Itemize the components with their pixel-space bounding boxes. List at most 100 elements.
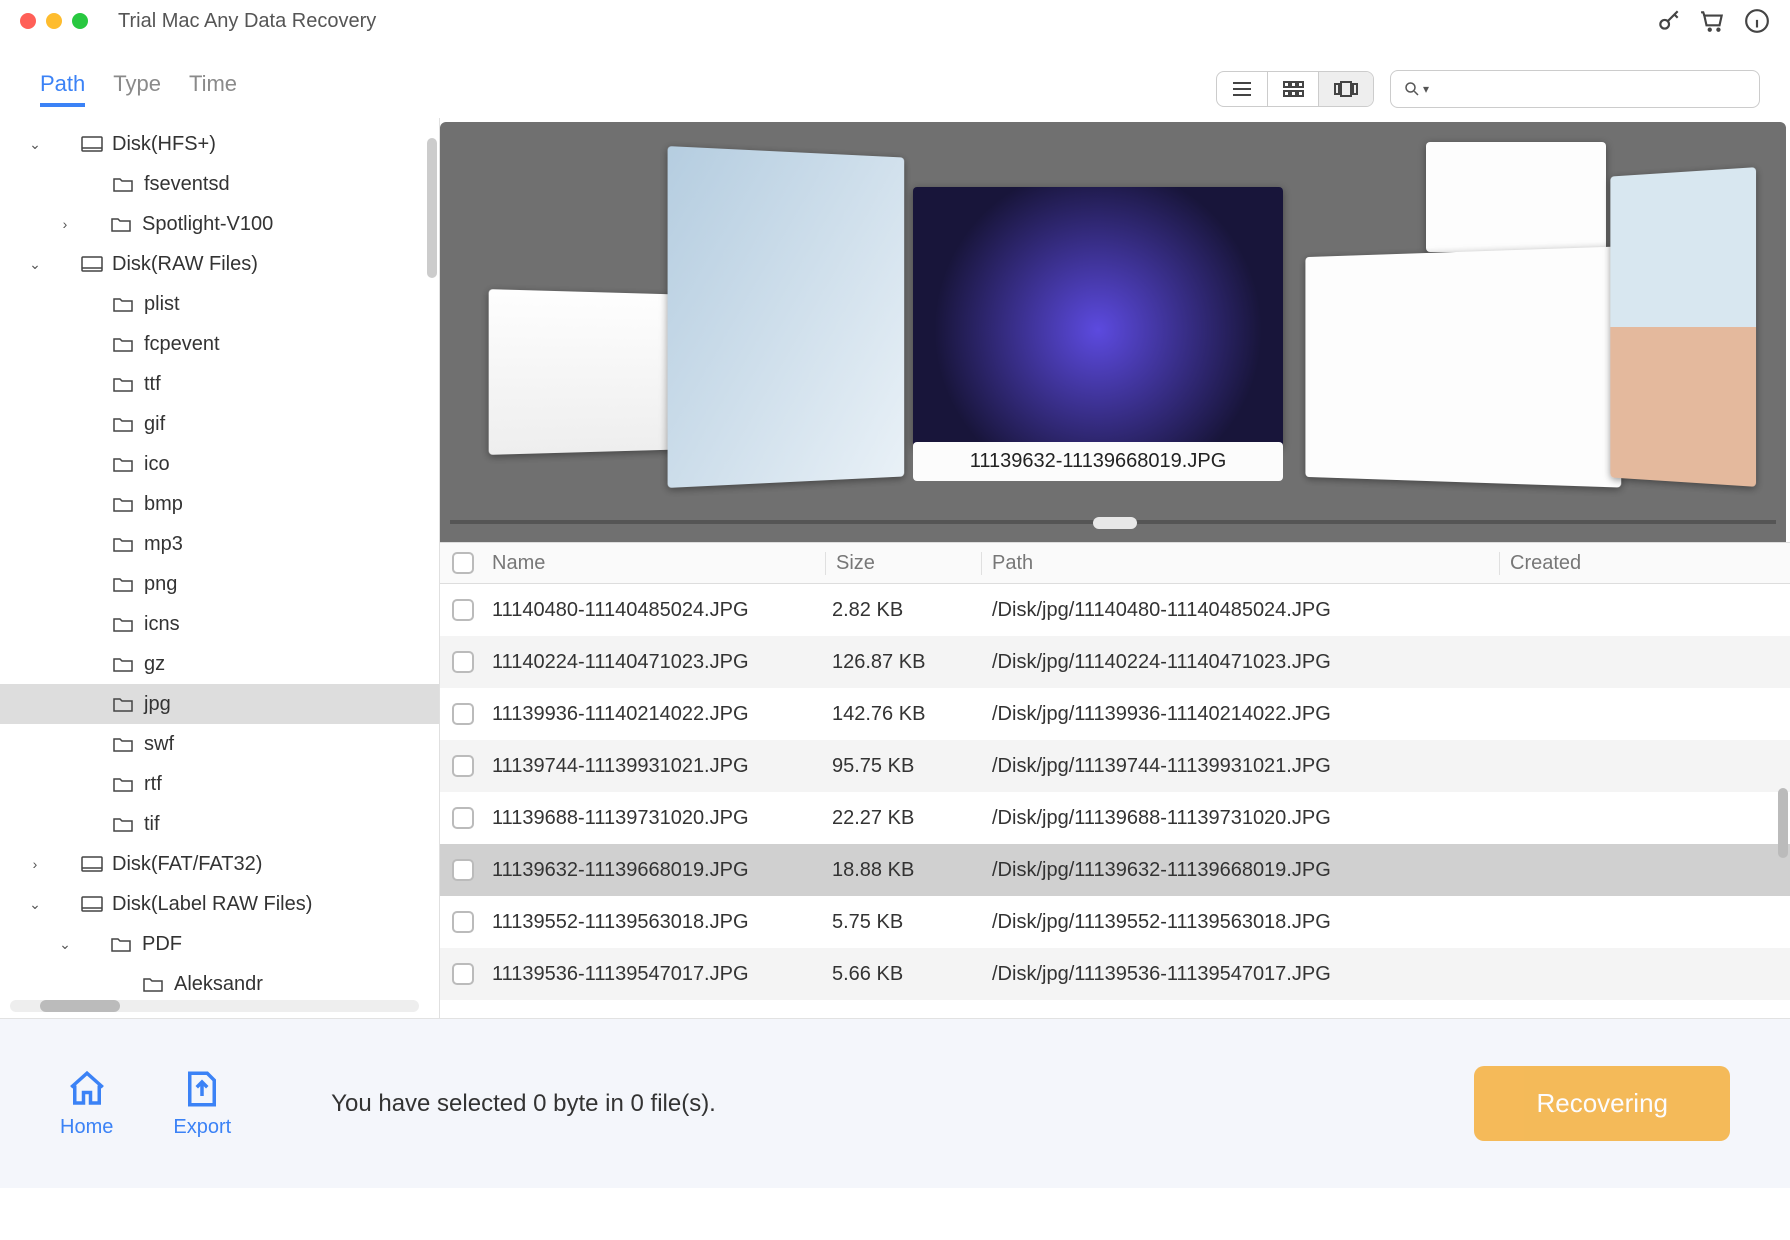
row-checkbox[interactable] bbox=[452, 859, 474, 881]
tree-label: Aleksandr bbox=[174, 973, 263, 995]
coverflow-thumb[interactable] bbox=[1426, 142, 1606, 252]
chevron-down-icon[interactable]: ⌄ bbox=[20, 136, 50, 153]
home-button[interactable]: Home bbox=[60, 1068, 113, 1139]
table-row[interactable]: 11139632-11139668019.JPG18.88 KB/Disk/jp… bbox=[440, 844, 1790, 896]
select-all-checkbox[interactable] bbox=[452, 552, 474, 574]
tree-label: fcpevent bbox=[144, 333, 220, 356]
view-coverflow-button[interactable] bbox=[1319, 72, 1373, 106]
view-grid-button[interactable] bbox=[1268, 72, 1319, 106]
coverflow-thumb[interactable] bbox=[489, 289, 685, 455]
coverflow-thumb[interactable] bbox=[1305, 246, 1621, 487]
chevron-right-icon[interactable]: › bbox=[50, 216, 80, 232]
tree-item[interactable]: tif bbox=[0, 804, 439, 844]
tree-item[interactable]: swf bbox=[0, 724, 439, 764]
coverflow-thumb-current[interactable] bbox=[913, 187, 1283, 447]
row-checkbox[interactable] bbox=[452, 807, 474, 829]
filter-tab-type[interactable]: Type bbox=[113, 71, 161, 107]
key-icon[interactable] bbox=[1656, 8, 1682, 34]
coverflow-thumb[interactable] bbox=[668, 146, 905, 488]
row-checkbox[interactable] bbox=[452, 963, 474, 985]
table-row[interactable]: 11140480-11140485024.JPG2.82 KB/Disk/jpg… bbox=[440, 584, 1790, 636]
filter-tab-time[interactable]: Time bbox=[189, 71, 237, 107]
cell-size: 2.82 KB bbox=[826, 599, 982, 622]
table-row[interactable]: 11139688-11139731020.JPG22.27 KB/Disk/jp… bbox=[440, 792, 1790, 844]
maximize-window-button[interactable] bbox=[72, 13, 88, 29]
tree-label: rtf bbox=[144, 773, 162, 796]
tree-label: ico bbox=[144, 453, 170, 476]
col-name[interactable]: Name bbox=[486, 552, 826, 575]
cell-path: /Disk/jpg/11139688-11139731020.JPG bbox=[982, 807, 1500, 830]
tree-item[interactable]: fseventsd bbox=[0, 164, 439, 204]
export-button[interactable]: Export bbox=[173, 1068, 231, 1139]
coverflow-preview[interactable]: 11139632-11139668019.JPG bbox=[440, 122, 1786, 542]
table-row[interactable]: 11139936-11140214022.JPG142.76 KB/Disk/j… bbox=[440, 688, 1790, 740]
sidebar-vscroll[interactable] bbox=[427, 118, 437, 988]
tree-label: Disk(RAW Files) bbox=[112, 253, 258, 276]
row-checkbox[interactable] bbox=[452, 703, 474, 725]
info-icon[interactable] bbox=[1744, 8, 1770, 34]
view-list-button[interactable] bbox=[1217, 72, 1268, 106]
folder-icon bbox=[110, 934, 134, 954]
table-row[interactable]: 11139552-11139563018.JPG5.75 KB/Disk/jpg… bbox=[440, 896, 1790, 948]
col-created[interactable]: Created bbox=[1500, 552, 1790, 575]
minimize-window-button[interactable] bbox=[46, 13, 62, 29]
tree-label: Disk(Label RAW Files) bbox=[112, 893, 312, 916]
cell-size: 142.76 KB bbox=[826, 703, 982, 726]
tree-item[interactable]: icns bbox=[0, 604, 439, 644]
folder-icon bbox=[112, 734, 136, 754]
cart-icon[interactable] bbox=[1700, 8, 1726, 34]
table-row[interactable]: 11139536-11139547017.JPG5.66 KB/Disk/jpg… bbox=[440, 948, 1790, 1000]
tree-label: ttf bbox=[144, 373, 161, 396]
col-path[interactable]: Path bbox=[982, 552, 1500, 575]
close-window-button[interactable] bbox=[20, 13, 36, 29]
coverflow-handle[interactable] bbox=[1093, 517, 1137, 529]
cell-name: 11139552-11139563018.JPG bbox=[486, 911, 826, 934]
col-size[interactable]: Size bbox=[826, 552, 982, 575]
tree-disk-fat[interactable]: › Disk(FAT/FAT32) bbox=[0, 844, 439, 884]
search-icon bbox=[1403, 80, 1421, 98]
tree-item[interactable]: mp3 bbox=[0, 524, 439, 564]
tree-item[interactable]: png bbox=[0, 564, 439, 604]
folder-icon bbox=[112, 574, 136, 594]
app-title: Trial Mac Any Data Recovery bbox=[118, 10, 376, 33]
tree-label: plist bbox=[144, 293, 180, 316]
chevron-down-icon[interactable]: ⌄ bbox=[20, 896, 50, 913]
content-vscroll[interactable] bbox=[1778, 538, 1788, 1018]
search-input[interactable]: ▾ bbox=[1390, 70, 1760, 108]
table-row[interactable]: 11139744-11139931021.JPG95.75 KB/Disk/jp… bbox=[440, 740, 1790, 792]
row-checkbox[interactable] bbox=[452, 755, 474, 777]
footer: Home Export You have selected 0 byte in … bbox=[0, 1018, 1790, 1188]
tree-disk-labelraw[interactable]: ⌄ Disk(Label RAW Files) bbox=[0, 884, 439, 924]
chevron-right-icon[interactable]: › bbox=[20, 856, 50, 872]
coverflow-thumb[interactable] bbox=[1610, 167, 1756, 487]
folder-icon bbox=[112, 454, 136, 474]
chevron-down-icon[interactable]: ⌄ bbox=[20, 256, 50, 273]
tree-item[interactable]: fcpevent bbox=[0, 324, 439, 364]
row-checkbox[interactable] bbox=[452, 651, 474, 673]
content-area: 11139632-11139668019.JPG Name Size Path … bbox=[440, 118, 1790, 1018]
tree-item[interactable]: rtf bbox=[0, 764, 439, 804]
filter-tab-path[interactable]: Path bbox=[40, 71, 85, 107]
folder-icon bbox=[112, 294, 136, 314]
tree-label: PDF bbox=[142, 933, 182, 956]
chevron-down-icon[interactable]: ⌄ bbox=[50, 936, 80, 953]
sidebar-hscroll[interactable] bbox=[10, 1000, 419, 1012]
tree-item-jpg[interactable]: jpg bbox=[0, 684, 439, 724]
row-checkbox[interactable] bbox=[452, 599, 474, 621]
tree-item[interactable]: gif bbox=[0, 404, 439, 444]
tree-item[interactable]: ico bbox=[0, 444, 439, 484]
tree-disk-raw[interactable]: ⌄ Disk(RAW Files) bbox=[0, 244, 439, 284]
tree-disk-hfs[interactable]: ⌄ Disk(HFS+) bbox=[0, 124, 439, 164]
table-row[interactable]: 11140224-11140471023.JPG126.87 KB/Disk/j… bbox=[440, 636, 1790, 688]
tree-item[interactable]: ttf bbox=[0, 364, 439, 404]
folder-icon bbox=[112, 374, 136, 394]
tree-item[interactable]: plist bbox=[0, 284, 439, 324]
tree-item[interactable]: Aleksandr bbox=[0, 964, 439, 994]
tree-item[interactable]: bmp bbox=[0, 484, 439, 524]
tree-item[interactable]: › Spotlight-V100 bbox=[0, 204, 439, 244]
recover-button[interactable]: Recovering bbox=[1474, 1066, 1730, 1141]
tree-item[interactable]: ⌄ PDF bbox=[0, 924, 439, 964]
cell-size: 95.75 KB bbox=[826, 755, 982, 778]
row-checkbox[interactable] bbox=[452, 911, 474, 933]
tree-item[interactable]: gz bbox=[0, 644, 439, 684]
